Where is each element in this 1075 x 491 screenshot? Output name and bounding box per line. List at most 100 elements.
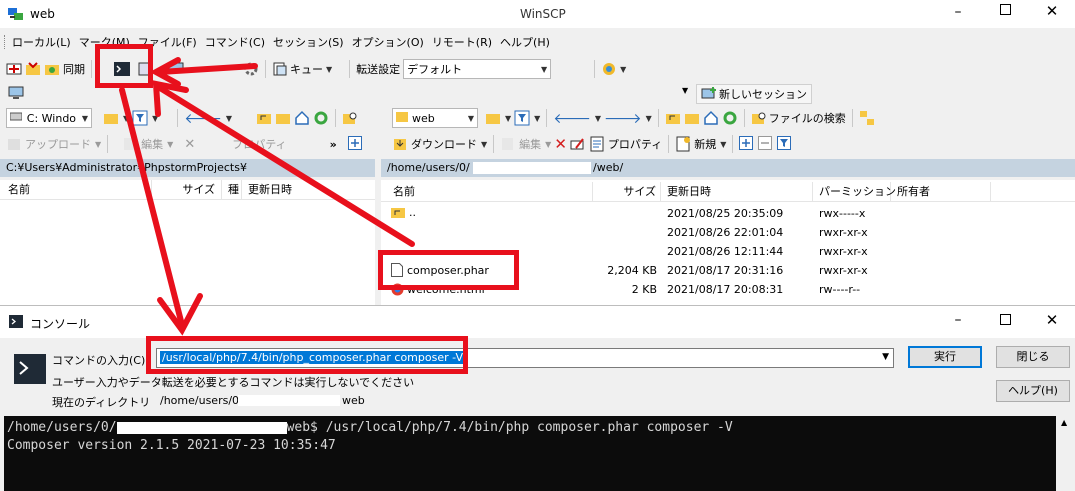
local-path: C:¥Users¥Administrator¥PhpstormProjects¥ — [6, 161, 247, 174]
console-close-button[interactable]: ✕ — [1029, 311, 1075, 329]
compare-directories-icon[interactable] — [6, 61, 22, 77]
back-arrow-icon[interactable]: 🡐 — [184, 110, 222, 127]
root-directory-icon[interactable] — [684, 110, 700, 126]
root-directory-icon[interactable] — [275, 110, 291, 126]
local-col-modified[interactable]: 更新日時 — [242, 180, 375, 200]
chevron-down-icon[interactable]: ▼ — [505, 114, 511, 123]
terminal-scrollbar[interactable]: ▲ — [1056, 416, 1075, 491]
back-arrow-icon[interactable]: 🡐 — [553, 110, 591, 127]
chevron-down-icon[interactable]: ▼ — [534, 114, 540, 123]
remote-folder-select[interactable]: web ▼ — [392, 108, 478, 128]
chevron-down-icon[interactable]: ▼ — [595, 114, 601, 123]
tree-icon[interactable] — [859, 110, 875, 126]
console-help-button[interactable]: ヘルプ(H) — [996, 380, 1070, 402]
local-col-size[interactable]: サイズ — [152, 180, 222, 200]
chevron-down-icon[interactable]: ▼ — [481, 140, 487, 149]
console-close-dialog-button[interactable]: 閉じる — [996, 346, 1070, 368]
remote-col-size[interactable]: サイズ — [593, 182, 661, 202]
download-button[interactable]: ダウンロード — [411, 136, 477, 152]
collapse-icon[interactable] — [758, 136, 774, 152]
local-edit-button[interactable]: 編集 — [141, 136, 163, 152]
chevron-down-icon[interactable]: ▼ — [152, 114, 158, 123]
sites-button[interactable]: ▼ — [601, 61, 626, 77]
synchronize-label[interactable]: 同期 — [63, 61, 85, 77]
table-row[interactable]: welcome.html 2 KB 2021/08/17 20:08:31 rw… — [381, 280, 1075, 299]
find-files-button[interactable]: ファイルの検索 — [751, 110, 846, 126]
toolbar-overflow-icon[interactable]: » — [330, 138, 337, 151]
maximize-button[interactable] — [982, 4, 1028, 24]
table-row[interactable]: composer.phar 2,204 KB 2021/08/17 20:31:… — [381, 261, 1075, 280]
find-files-icon[interactable] — [342, 110, 358, 126]
local-address-dropdown[interactable]: ▼ — [682, 86, 688, 95]
menu-session[interactable]: セッション(S) — [273, 34, 344, 50]
execute-button[interactable]: 実行 — [908, 346, 982, 368]
remote-edit-button[interactable]: 編集 — [519, 136, 541, 152]
parent-directory-icon[interactable] — [665, 110, 681, 126]
rename-icon[interactable] — [570, 136, 586, 152]
remote-col-name[interactable]: 名前 — [387, 182, 593, 202]
new-button[interactable]: 新規 — [694, 136, 716, 152]
synchronize-browsing-icon[interactable] — [25, 61, 41, 77]
console-minimize-button[interactable]: – — [935, 312, 981, 328]
open-folder-icon[interactable] — [103, 110, 119, 126]
remote-col-modified[interactable]: 更新日時 — [661, 182, 813, 202]
remote-file-list[interactable]: ^ 名前 サイズ 更新日時 パーミッション 所有者 .. 2021/08/25 … — [381, 180, 1075, 305]
home-icon[interactable] — [703, 110, 719, 126]
transfer-settings-select[interactable]: デフォルト ▼ — [403, 59, 552, 79]
menu-file[interactable]: ファイル(F) — [138, 34, 197, 50]
local-col-name[interactable]: 名前 — [2, 180, 152, 200]
minimize-button[interactable]: – — [935, 4, 981, 24]
chevron-down-icon[interactable]: ▼ — [720, 140, 726, 149]
remote-path-suffix: /web/ — [593, 161, 624, 174]
command-input[interactable]: /usr/local/php/7.4/bin/php_composer.phar… — [156, 348, 894, 368]
chevron-down-icon[interactable]: ▼ — [226, 114, 232, 123]
preferences-gear-icon[interactable] — [243, 61, 259, 77]
refresh-icon[interactable] — [722, 110, 738, 126]
menu-remote[interactable]: リモート(R) — [432, 34, 492, 50]
forward-arrow-icon[interactable]: 🡒 — [604, 110, 642, 127]
expand-icon[interactable] — [347, 136, 364, 152]
close-button[interactable]: ✕ — [1029, 2, 1075, 22]
delete-icon[interactable]: ✕ — [554, 135, 567, 153]
local-col-type[interactable]: 種 — [222, 180, 242, 200]
table-row[interactable]: 2021/08/26 12:11:44 rwxr-xr-x — [381, 242, 1075, 261]
console-maximize-button[interactable] — [982, 314, 1028, 328]
local-drive-select[interactable]: C: Windo ▼ — [6, 108, 92, 128]
filter-small-icon[interactable] — [777, 136, 793, 152]
remote-col-permissions[interactable]: パーミッション — [813, 182, 896, 202]
menu-local[interactable]: ローカル(L) — [12, 34, 71, 50]
properties-icon — [589, 136, 605, 152]
new-session-tab[interactable]: 新しいセッション — [696, 84, 812, 104]
expand-icon[interactable] — [739, 136, 755, 152]
local-properties-button[interactable]: プロパティ — [232, 136, 286, 152]
menu-mark[interactable]: マーク(M) — [79, 34, 130, 50]
menu-options[interactable]: オプション(O) — [352, 34, 424, 50]
refresh-icon[interactable] — [313, 110, 329, 126]
remote-col-owner[interactable]: 所有者 — [891, 182, 991, 202]
chevron-down-icon[interactable]: ▼ — [123, 114, 129, 123]
synchronize-icon[interactable] — [44, 61, 60, 77]
terminal-output[interactable]: /home/users/0/web$ /usr/local/php/7.4/bi… — [4, 416, 1056, 491]
queue-button[interactable]: キュー ▼ — [272, 61, 332, 77]
scroll-up-icon[interactable]: ▲ — [1061, 418, 1067, 427]
table-row[interactable]: 2021/08/26 22:01:04 rwxr-xr-x — [381, 223, 1075, 242]
filter-icon[interactable] — [132, 110, 148, 126]
open-folder-icon[interactable] — [485, 110, 501, 126]
console-icon[interactable] — [114, 61, 130, 77]
screen-icon[interactable] — [168, 61, 184, 77]
table-row[interactable]: .. 2021/08/25 20:35:09 rwx-----x — [381, 204, 1075, 223]
delete-icon[interactable]: ✕ — [184, 137, 195, 152]
filter-icon[interactable] — [514, 110, 530, 126]
window-title-session: web — [30, 7, 55, 21]
chevron-down-icon[interactable]: ▼ — [646, 114, 652, 123]
menu-help[interactable]: ヘルプ(H) — [500, 34, 550, 50]
remote-properties-button[interactable]: プロパティ — [608, 136, 662, 152]
remote-file-toolbar: ダウンロード ▼ 編集 ▼ ✕ プロパティ 新規 ▼ — [392, 133, 793, 155]
parent-directory-icon[interactable] — [256, 110, 272, 126]
home-icon[interactable] — [294, 110, 310, 126]
chevron-down-icon[interactable]: ▼ — [882, 352, 889, 362]
putty-icon[interactable] — [137, 61, 153, 77]
upload-button[interactable]: アップロード — [25, 136, 91, 152]
local-file-list[interactable]: 名前 サイズ 種 更新日時 — [0, 180, 375, 305]
menu-command[interactable]: コマンド(C) — [205, 34, 265, 50]
